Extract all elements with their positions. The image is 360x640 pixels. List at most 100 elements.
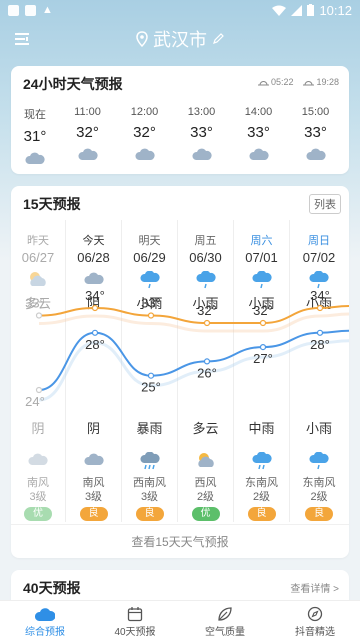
- android-icon: ▲: [42, 4, 53, 16]
- high-temp-point: [316, 304, 324, 312]
- hour-temp: 33°: [190, 124, 213, 141]
- leaf-icon: [218, 607, 232, 621]
- high-temp-line: [38, 305, 349, 324]
- hour-time: 13:00: [187, 106, 216, 118]
- low-temp-point: [91, 329, 99, 336]
- wind-direction: 西风: [194, 477, 217, 489]
- wind-level: 2级: [310, 491, 328, 503]
- hourly-forecast-card: 24小时天气预报 05:22 19:28 现在 31° 11:00 32° 12:0…: [11, 66, 349, 174]
- low-temp-label: 25°: [141, 380, 161, 395]
- cloudy-icon: [287, 147, 344, 163]
- edit-icon: [213, 33, 224, 44]
- app-notification-icon: [25, 4, 36, 16]
- wind-info: 南风 3级: [66, 476, 121, 504]
- sunset-icon: [303, 81, 315, 86]
- nav-air-quality[interactable]: 空气质量: [180, 601, 270, 640]
- wind-info: 南风 3级: [11, 476, 65, 504]
- low-temp-point: [203, 358, 211, 365]
- city-name: 武汉市: [153, 30, 207, 50]
- sunset-time: 19:28: [316, 77, 339, 87]
- sunrise: 05:22: [257, 77, 294, 87]
- nav-label: 综合预报: [25, 627, 65, 638]
- high-temp-label: 33°: [25, 296, 45, 311]
- city-selector[interactable]: 武汉市: [0, 26, 360, 52]
- nav-douyin[interactable]: 抖音精选: [270, 601, 360, 640]
- low-temp-label: 28°: [85, 337, 105, 352]
- hour-item: 11:00 32°: [59, 106, 116, 167]
- hour-time: 现在: [24, 109, 46, 121]
- high-temp-point: [147, 312, 155, 319]
- nav-label: 空气质量: [205, 627, 245, 638]
- low-temp-label: 27°: [253, 351, 273, 366]
- hour-temp: 32°: [133, 124, 156, 141]
- low-temp-point: [35, 386, 43, 394]
- location-pin-icon: [136, 31, 148, 48]
- partly-cloudy-icon: [178, 452, 233, 470]
- cloudy-night-icon: [11, 452, 65, 470]
- wind-direction: 南风: [27, 477, 49, 489]
- wind-info: 西南风 3级: [122, 476, 177, 504]
- status-bar: ▲ 10:12: [0, 0, 360, 20]
- battery-icon: [307, 4, 315, 16]
- wind-direction: 东南风: [302, 477, 336, 489]
- high-temp-point: [203, 319, 211, 327]
- nav-label: 抖音精选: [295, 627, 335, 638]
- view-details-link[interactable]: 查看详情 >: [290, 580, 339, 595]
- list-view-button[interactable]: 列表: [309, 194, 341, 214]
- aqi-badge: 良: [305, 507, 333, 521]
- aqi-badge: 优: [191, 507, 220, 521]
- nav-label: 40天预报: [114, 627, 156, 638]
- view-15-day-link[interactable]: 查看15天天气预报: [11, 524, 349, 550]
- cloudy-icon: [11, 151, 59, 167]
- calendar-icon: [127, 607, 143, 622]
- hour-item: 12:00 32°: [116, 106, 173, 167]
- high-temp-label: 34°: [85, 288, 105, 303]
- compass-icon: [307, 606, 323, 622]
- hour-item: 现在 31°: [11, 106, 59, 167]
- aqi-badge: 良: [79, 507, 108, 521]
- nav-40-day[interactable]: 40天预报: [90, 601, 180, 640]
- wind-info: 东南风 2级: [234, 476, 289, 504]
- wifi-icon: [272, 5, 287, 16]
- cloudy-icon: [59, 147, 116, 163]
- wind-level: 2级: [196, 491, 215, 503]
- low-temp-label: 24°: [25, 394, 45, 409]
- hour-item: 14:00 33°: [230, 106, 287, 167]
- low-temp-point: [147, 372, 155, 379]
- wind-level: 3级: [140, 491, 159, 503]
- light-rain-icon: [290, 451, 348, 470]
- high-temp-label: 34°: [310, 288, 330, 303]
- wind-direction: 南风: [82, 477, 105, 489]
- hour-temp: 31°: [23, 128, 47, 145]
- wind-info: 西风 2级: [178, 476, 233, 504]
- rainstorm-icon: [122, 451, 177, 470]
- hour-time: 15:00: [301, 106, 330, 118]
- aqi-badge: 良: [135, 507, 164, 521]
- hourly-list[interactable]: 现在 31° 11:00 32° 12:00 32° 13:00 33° 14:00 33…: [11, 106, 349, 167]
- hour-time: 14:00: [244, 106, 273, 118]
- wind-direction: 西南风: [133, 477, 166, 489]
- high-temp-point: [35, 312, 43, 319]
- wind-direction: 东南风: [245, 477, 278, 489]
- cloudy-icon: [230, 147, 287, 163]
- hour-item: 13:00 33°: [173, 106, 230, 167]
- aqi-badge: 优: [24, 507, 52, 521]
- high-temp-point: [91, 304, 99, 312]
- wind-info: 东南风 2级: [290, 476, 348, 504]
- hour-time: 11:00: [74, 106, 101, 118]
- hour-temp: 32°: [76, 124, 99, 141]
- sunrise-time: 05:22: [270, 77, 294, 87]
- low-temp-label: 28°: [310, 337, 330, 352]
- wind-level: 3级: [84, 491, 103, 503]
- low-temp-point: [259, 343, 267, 351]
- cloud-icon: [35, 608, 55, 621]
- hour-item: 15:00 33°: [287, 106, 344, 167]
- bottom-nav: 综合预报 40天预报 空气质量 抖音精选: [0, 600, 360, 640]
- top-bar: 武汉市: [0, 22, 360, 56]
- hour-temp: 33°: [247, 124, 270, 141]
- sunset: 19:28: [303, 77, 339, 87]
- signal-icon: [291, 4, 303, 16]
- nav-overview[interactable]: 综合预报: [0, 601, 90, 640]
- cloudy-icon: [116, 147, 173, 163]
- wind-level: 3级: [29, 491, 47, 503]
